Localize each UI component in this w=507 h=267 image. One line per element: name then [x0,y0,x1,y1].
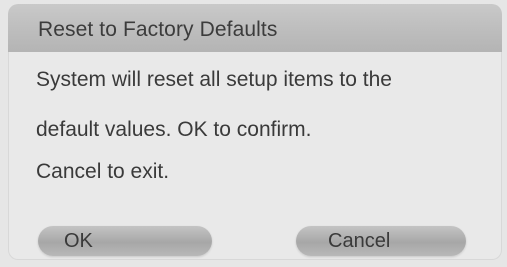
ok-button[interactable]: OK [38,226,212,256]
dialog-message-line-1: System will reset all setup items to the [36,68,392,91]
dialog-title-bar: Reset to Factory Defaults [8,4,502,52]
dialog-title: Reset to Factory Defaults [38,18,278,41]
dialog-message-line-2: default values. OK to confirm. [36,118,312,141]
cancel-button[interactable]: Cancel [296,226,466,256]
reset-dialog: Reset to Factory Defaults System will re… [8,4,502,260]
ok-button-label: OK [64,230,93,252]
cancel-button-label: Cancel [328,230,391,252]
dialog-message-line-3: Cancel to exit. [36,160,170,183]
